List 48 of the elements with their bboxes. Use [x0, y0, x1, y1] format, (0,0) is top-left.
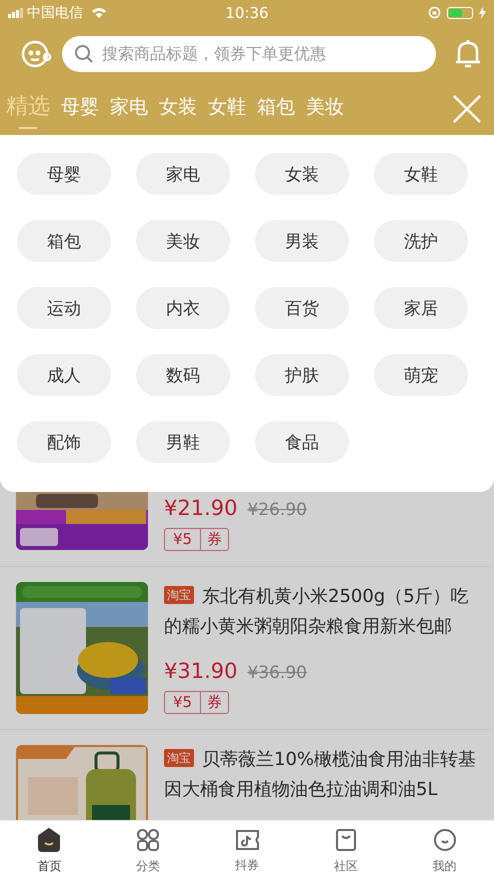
ticket-icon [234, 828, 260, 850]
charging-icon [479, 6, 486, 18]
category-chip[interactable]: 萌宠 [374, 354, 468, 396]
home-icon [37, 828, 62, 852]
status-time: 10:36 [225, 4, 269, 22]
category-chip[interactable]: 母婴 [17, 153, 111, 195]
nav-tab[interactable]: 社区 [296, 821, 396, 880]
category-chip[interactable]: 食品 [255, 421, 349, 463]
category-chip[interactable]: 女装 [255, 153, 349, 195]
lock-rotation-icon [428, 6, 441, 19]
category-chip[interactable]: 男鞋 [136, 421, 230, 463]
category-chip[interactable]: 护肤 [255, 354, 349, 396]
category-chip[interactable]: 运动 [17, 287, 111, 329]
close-button[interactable] [452, 94, 482, 124]
smile-icon [432, 828, 457, 852]
category-chip[interactable]: 成人 [17, 354, 111, 396]
coupon-tag: ¥5 券 [164, 528, 230, 551]
category-chip[interactable]: 女鞋 [374, 153, 468, 195]
nav-tab[interactable]: 抖券 [198, 821, 296, 880]
battery-icon [447, 6, 473, 18]
category-chip[interactable]: 男装 [255, 220, 349, 262]
signal-icon [8, 8, 23, 18]
original-price: ¥36.90 [247, 663, 307, 683]
nav-tab[interactable]: 首页 [0, 821, 99, 880]
category-chip[interactable]: 数码 [136, 354, 230, 396]
bell-icon[interactable] [454, 38, 482, 68]
search-icon [74, 44, 94, 64]
category-chip[interactable]: 洗护 [374, 220, 468, 262]
category-chip[interactable]: 家电 [136, 153, 230, 195]
original-price: ¥26.90 [247, 500, 307, 520]
nav-tab[interactable]: 我的 [395, 821, 494, 880]
carrier-name: 中国电信 [27, 4, 83, 22]
category-chip[interactable]: 家居 [374, 287, 468, 329]
category-chip[interactable]: 美妆 [136, 220, 230, 262]
bag-icon [334, 828, 357, 852]
nav-tab[interactable]: 分类 [98, 821, 198, 880]
search-field[interactable]: 搜索商品标题，领券下单更优惠 [62, 36, 436, 72]
product-title: 淘宝 东北有机黄小米2500g（5斤）吃的糯小黄米粥朝阳杂粮食用新米包邮 [164, 585, 470, 639]
product-price: ¥21.90 [164, 496, 238, 520]
grid-icon [136, 828, 160, 852]
coupon-tag: ¥5 券 [164, 691, 230, 714]
product-price: ¥31.90 [164, 659, 238, 683]
product-title: 淘宝 贝蒂薇兰10%橄榄油食用油非转基因大桶食用植物油色拉油调和油5L [164, 748, 478, 802]
category-chip[interactable]: 百货 [255, 287, 349, 329]
category-chip[interactable]: 箱包 [17, 220, 111, 262]
category-chip[interactable]: 配饰 [17, 421, 111, 463]
wifi-icon [91, 6, 107, 18]
category-chip[interactable]: 内衣 [136, 287, 230, 329]
